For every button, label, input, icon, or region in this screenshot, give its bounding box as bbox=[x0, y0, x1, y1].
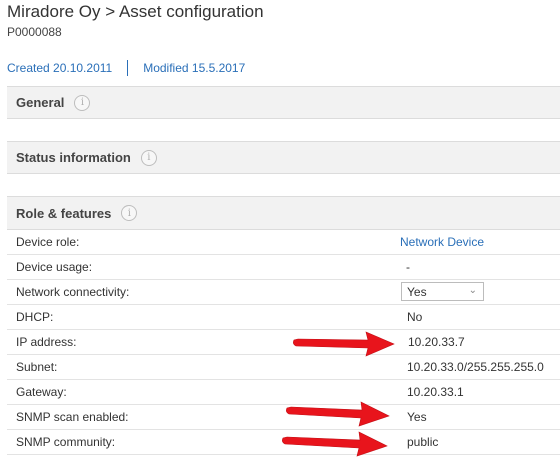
dhcp-value: No bbox=[407, 310, 423, 324]
snmp-community-value: public bbox=[407, 435, 439, 449]
field-label: Network connectivity: bbox=[16, 285, 130, 299]
row-device-role: Device role: Network Device bbox=[7, 230, 560, 255]
red-arrow-annotation bbox=[293, 331, 395, 357]
row-subnet: Subnet: 10.20.33.0/255.255.255.0 bbox=[7, 355, 560, 380]
section-status-label: Status information bbox=[16, 150, 131, 165]
field-label: IP address: bbox=[16, 335, 77, 349]
field-label: Device usage: bbox=[16, 260, 93, 274]
section-general-label: General bbox=[16, 95, 65, 110]
info-icon[interactable]: i bbox=[74, 94, 91, 111]
meta-divider bbox=[127, 60, 129, 76]
section-status-information[interactable]: Status information i bbox=[7, 141, 560, 174]
modified-link[interactable]: Modified 15.5.2017 bbox=[143, 61, 245, 75]
red-arrow-annotation bbox=[286, 401, 390, 427]
page-title: Miradore Oy > Asset configuration bbox=[7, 2, 264, 21]
created-link[interactable]: Created 20.10.2011 bbox=[7, 61, 112, 75]
section-role-features[interactable]: Role & features i bbox=[7, 196, 560, 230]
row-ip-address: IP address: 10.20.33.7 bbox=[7, 330, 560, 355]
section-role-label: Role & features bbox=[16, 205, 112, 221]
field-label: Subnet: bbox=[16, 360, 58, 374]
row-network-connectivity: Network connectivity: Yes ⌄ bbox=[7, 280, 560, 305]
gateway-value: 10.20.33.1 bbox=[407, 385, 464, 399]
field-label: SNMP community: bbox=[16, 435, 116, 449]
device-role-link[interactable]: Network Device bbox=[400, 235, 484, 249]
field-label: DHCP: bbox=[16, 310, 54, 324]
section-general[interactable]: General i bbox=[7, 86, 560, 119]
info-icon[interactable]: i bbox=[121, 205, 138, 221]
subnet-value: 10.20.33.0/255.255.255.0 bbox=[407, 360, 544, 374]
info-icon[interactable]: i bbox=[140, 149, 157, 166]
row-device-usage: Device usage: - bbox=[7, 255, 560, 280]
network-connectivity-select[interactable]: Yes ⌄ bbox=[401, 282, 484, 301]
field-label: Gateway: bbox=[16, 385, 67, 399]
asset-id: P0000088 bbox=[7, 25, 62, 39]
field-label: SNMP scan enabled: bbox=[16, 410, 129, 424]
select-value: Yes bbox=[407, 284, 427, 299]
field-label: Device role: bbox=[16, 235, 80, 249]
meta-bar: Created 20.10.2011 Modified 15.5.2017 bbox=[7, 60, 245, 76]
snmp-scan-value: Yes bbox=[407, 410, 427, 424]
chevron-down-icon: ⌄ bbox=[468, 285, 477, 296]
row-dhcp: DHCP: No bbox=[7, 305, 560, 330]
device-usage-value: - bbox=[406, 260, 410, 274]
ip-address-value: 10.20.33.7 bbox=[408, 335, 465, 349]
red-arrow-annotation bbox=[282, 431, 388, 457]
